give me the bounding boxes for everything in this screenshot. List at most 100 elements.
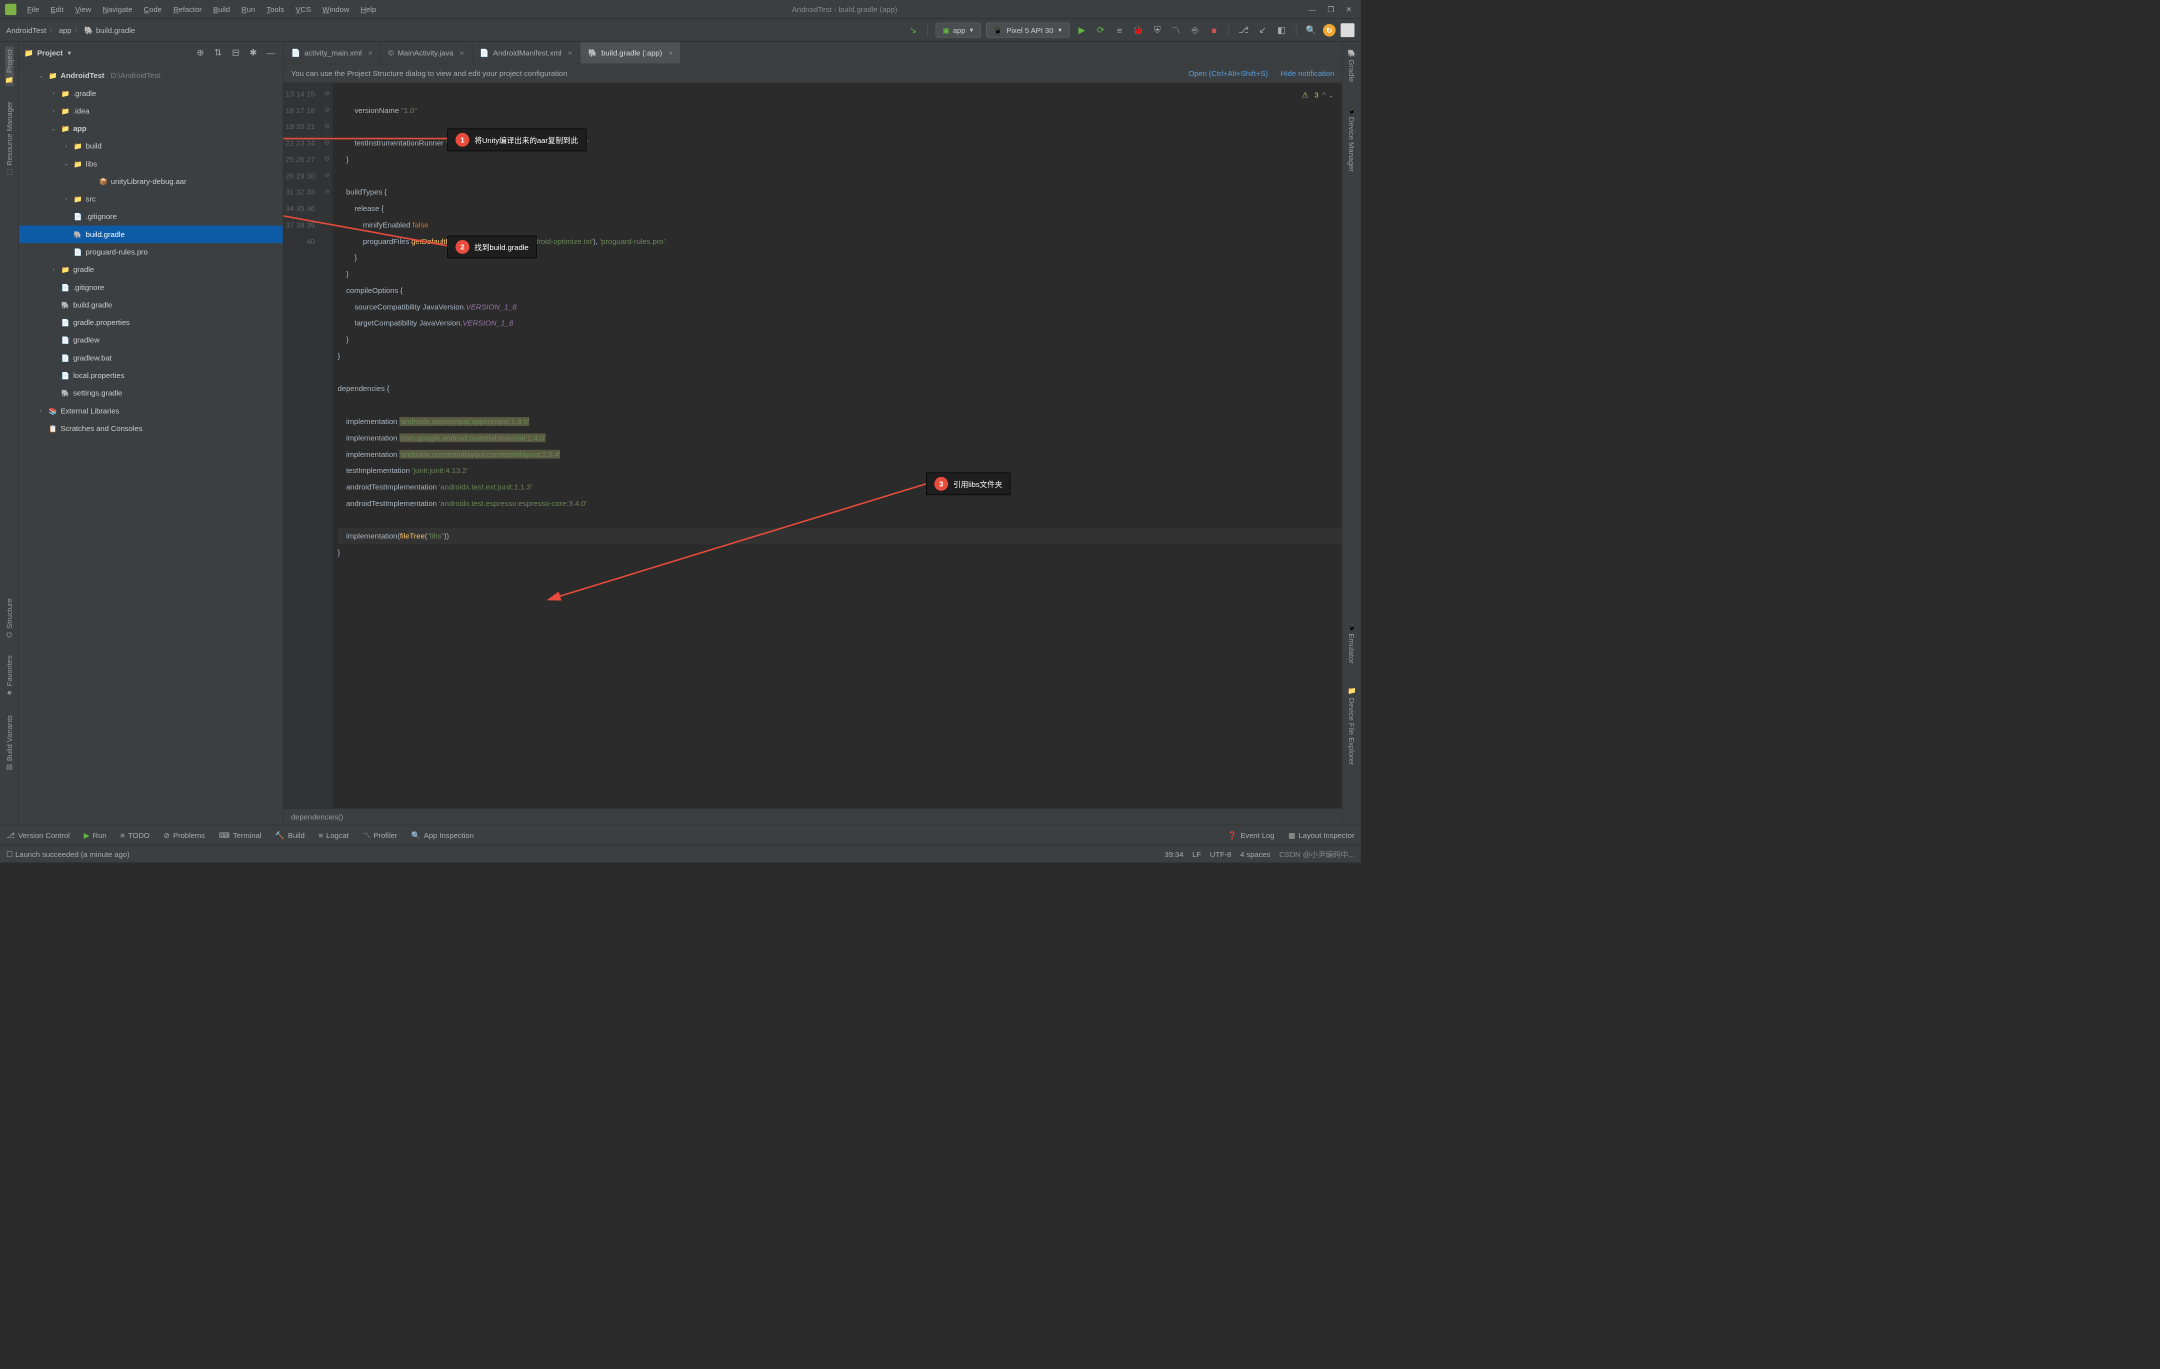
attach-icon[interactable]: ⎆ [1188,23,1202,37]
tree-item[interactable]: 🐘settings.gradle [19,384,283,402]
git-icon[interactable]: ⎇ [1237,23,1251,37]
open-structure-link[interactable]: Open (Ctrl+Alt+Shift+S) [1188,69,1268,78]
tree-item[interactable]: ›📁build [19,137,283,155]
bottom-tool-terminal[interactable]: ⌨Terminal [219,831,262,840]
editor-tab[interactable]: 📄activity_main.xml× [284,42,381,63]
bottom-tool-app-inspection[interactable]: 🔍App Inspection [411,831,474,840]
tree-item[interactable]: ›📚External Libraries [19,402,283,420]
close-tab-icon[interactable]: × [668,49,672,58]
stop-button[interactable]: ■ [1207,23,1221,37]
tree-item[interactable]: 📄.gitignore [19,278,283,296]
bottom-tool-run[interactable]: ▶Run [84,831,107,840]
tree-item[interactable]: 📄gradlew [19,331,283,349]
editor-tab[interactable]: ©MainActivity.java× [381,42,473,63]
maximize-button[interactable]: ❐ [1328,5,1335,14]
event-log-button[interactable]: ❓Event Log [1228,831,1275,840]
menu-build[interactable]: Build [209,3,235,16]
collapse-icon[interactable]: ⊟ [229,46,243,60]
breadcrumb-bottom-text[interactable]: dependencies() [291,812,343,821]
bottom-tool-profiler[interactable]: 〽Profiler [363,830,398,841]
editor-tab[interactable]: 📄AndroidManifest.xml× [472,42,580,63]
menu-file[interactable]: File [23,3,44,16]
layout-inspector-button[interactable]: ▦Layout Inspector [1288,831,1354,840]
tree-item[interactable]: 📄local.properties [19,367,283,385]
tree-item[interactable]: ⌄📁libs [19,155,283,173]
code-editor[interactable]: 13 14 15 16 17 18 19 20 21 22 23 24 25 2… [284,83,1342,808]
tree-item[interactable]: ›📁gradle [19,261,283,279]
apply-changes-icon[interactable]: ⟳ [1094,23,1108,37]
bottom-tool-build[interactable]: 🔨Build [275,831,304,840]
tree-item[interactable]: ›📁.gradle [19,84,283,102]
menu-tools[interactable]: Tools [262,3,288,16]
menu-edit[interactable]: Edit [46,3,68,16]
editor-tab[interactable]: 🐘build.gradle (:app)× [580,42,681,63]
hide-icon[interactable]: ― [264,46,278,60]
warnings-badge[interactable]: ⚠ 3 ^ ⌄ [1302,87,1335,103]
encoding[interactable]: UTF-8 [1210,850,1231,859]
gradle-tab[interactable]: 🐘 Gradle [1347,47,1356,85]
avatar[interactable] [1341,23,1355,37]
target-icon[interactable]: ⊕ [193,46,207,60]
sort-icon[interactable]: ⇅ [211,46,225,60]
commit-icon[interactable]: ◧ [1274,23,1288,37]
tree-item[interactable]: 📄gradlew.bat [19,349,283,367]
breadcrumb-item[interactable]: build.gradle [96,26,135,35]
hide-notification-link[interactable]: Hide notification [1281,69,1335,78]
menu-refactor[interactable]: Refactor [169,3,206,16]
menu-help[interactable]: Help [356,3,380,16]
resource-manager-tab[interactable]: ⬚ Resource Manager [5,99,14,179]
menu-window[interactable]: Window [318,3,354,16]
tree-item[interactable]: ⌄📁app [19,120,283,138]
tree-item[interactable]: 📦unityLibrary-debug.aar [19,173,283,191]
menu-navigate[interactable]: Navigate [98,3,137,16]
tree-item[interactable]: 🐘build.gradle [19,296,283,314]
build-variants-tab[interactable]: ▤ Build Variants [5,712,14,774]
settings-icon[interactable]: ✱ [246,46,260,60]
tree-item[interactable]: 📄proguard-rules.pro [19,243,283,261]
bottom-tool-logcat[interactable]: ≡Logcat [319,831,349,840]
menu-vcs[interactable]: VCS [291,3,315,16]
restart-icon[interactable]: ≡ [1113,23,1127,37]
code-content[interactable]: versionName "1.0" testInstrumentationRun… [333,83,1342,808]
minimize-button[interactable]: ― [1309,5,1317,14]
tree-item[interactable]: ›📁.idea [19,102,283,120]
run-button[interactable]: ▶ [1075,23,1089,37]
structure-tab[interactable]: ⌬ Structure [5,596,14,640]
device-dropdown[interactable]: 📱Pixel 5 API 30▼ [986,22,1070,37]
dropdown-icon[interactable]: ▼ [67,49,73,55]
breadcrumb-item[interactable]: app [59,26,72,35]
ide-update-icon[interactable]: ↻ [1323,24,1336,37]
project-tool-tab[interactable]: 📁 Project [5,47,14,87]
run-config-dropdown[interactable]: ▣app▼ [936,22,982,37]
favorites-tab[interactable]: ★ Favorites [5,653,14,700]
coverage-icon[interactable]: ⛨ [1150,23,1164,37]
breadcrumb-item[interactable]: AndroidTest [6,26,46,35]
bottom-tool-problems[interactable]: ⊘Problems [164,831,205,840]
caret-position[interactable]: 39:34 [1164,850,1183,859]
tree-item[interactable]: 📋Scratches and Consoles [19,420,283,438]
close-tab-icon[interactable]: × [368,49,372,58]
search-icon[interactable]: 🔍 [1304,23,1318,37]
tree-root[interactable]: ⌄📁 AndroidTestD:\AndroidTest [19,67,283,85]
debug-icon[interactable]: 🐞 [1131,23,1145,37]
close-tab-icon[interactable]: × [460,49,464,58]
tree-item[interactable]: 📄gradle.properties [19,314,283,332]
device-file-explorer-tab[interactable]: 📁 Device File Explorer [1347,685,1356,768]
update-icon[interactable]: ↙ [1256,23,1270,37]
bottom-tool-todo[interactable]: ≡TODO [120,831,149,840]
close-button[interactable]: ✕ [1346,5,1352,14]
sync-icon[interactable]: ↘ [906,23,920,37]
tree-item[interactable]: 🐘build.gradle [19,226,283,244]
menu-view[interactable]: View [71,3,96,16]
bottom-tool-version-control[interactable]: ⎇Version Control [6,831,70,840]
menu-code[interactable]: Code [139,3,166,16]
tree-item[interactable]: 📄.gitignore [19,208,283,226]
indent[interactable]: 4 spaces [1240,850,1270,859]
project-tree[interactable]: ⌄📁 AndroidTestD:\AndroidTest ›📁.gradle›📁… [19,64,283,824]
close-tab-icon[interactable]: × [568,49,572,58]
line-separator[interactable]: LF [1192,850,1201,859]
fold-column[interactable]: ⊖ ⊖ ⊖ ⊖ ⊖ ⊖ ⊖ [321,83,332,808]
tree-item[interactable]: ›📁src [19,190,283,208]
menu-run[interactable]: Run [237,3,260,16]
device-manager-tab[interactable]: 📱 Device Manager [1347,104,1356,174]
